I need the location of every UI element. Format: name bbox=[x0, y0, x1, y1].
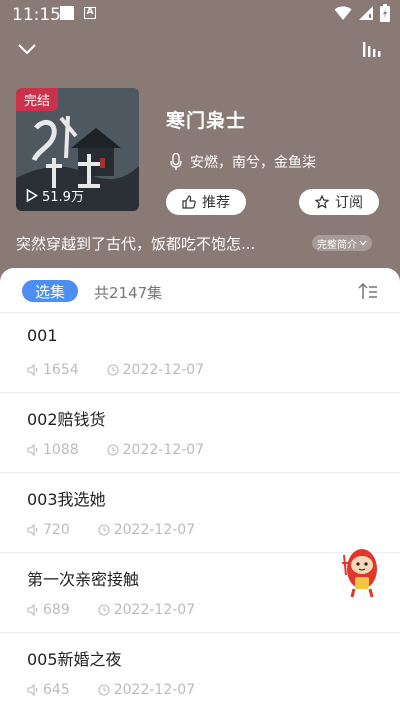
notification-icon bbox=[60, 6, 74, 20]
album-cover[interactable]: 完结 51.9万 bbox=[16, 88, 139, 211]
episode-meta: 1088 2022-12-07 bbox=[27, 442, 204, 458]
episode-plays: 720 bbox=[43, 522, 70, 538]
episode-meta: 645 2022-12-07 bbox=[27, 682, 195, 698]
speaker-icon bbox=[27, 444, 38, 456]
equalizer-button[interactable] bbox=[362, 40, 382, 58]
recommend-button[interactable]: 推荐 bbox=[166, 189, 246, 215]
episode-title: 第一次亲密接触 bbox=[27, 570, 140, 589]
sort-icon bbox=[358, 282, 377, 299]
play-icon bbox=[26, 189, 38, 202]
signal-icon bbox=[359, 6, 373, 20]
episode-date: 2022-12-07 bbox=[113, 522, 196, 538]
microphone-icon bbox=[170, 153, 182, 170]
cover-play-count-value: 51.9万 bbox=[42, 190, 84, 205]
episode-plays: 645 bbox=[43, 682, 70, 698]
sort-button[interactable] bbox=[358, 282, 378, 300]
chevron-down-small-icon bbox=[359, 240, 367, 246]
clock-icon bbox=[98, 604, 110, 616]
clock-icon bbox=[107, 364, 119, 376]
subscribe-button[interactable]: 订阅 bbox=[299, 189, 379, 215]
episode-row[interactable]: 001 1654 2022-12-07 bbox=[0, 313, 400, 393]
episode-meta: 689 2022-12-07 bbox=[27, 602, 195, 618]
red-packet-mascot[interactable] bbox=[340, 545, 382, 601]
episode-tabs-row: 选集 共2147集 bbox=[0, 268, 400, 313]
tab-select-episodes[interactable]: 选集 bbox=[22, 280, 78, 302]
episode-date: 2022-12-07 bbox=[113, 602, 196, 618]
album-description: 突然穿越到了古代，饭都吃不饱怎... bbox=[16, 235, 256, 253]
episode-row[interactable]: 005新婚之夜 645 2022-12-07 bbox=[0, 633, 400, 711]
episode-date: 2022-12-07 bbox=[122, 442, 205, 458]
status-time: 11:15 bbox=[12, 5, 61, 25]
episode-row[interactable]: 003我选她 720 2022-12-07 bbox=[0, 473, 400, 553]
episode-count: 共2147集 bbox=[94, 284, 163, 302]
episode-title: 001 bbox=[27, 326, 58, 345]
chevron-down-icon bbox=[18, 44, 36, 55]
album-title: 寒门枭士 bbox=[166, 110, 247, 132]
clock-icon bbox=[107, 444, 119, 456]
a-notification-icon: A bbox=[84, 7, 96, 19]
wifi-icon bbox=[334, 6, 352, 20]
speaker-icon bbox=[27, 684, 38, 696]
cover-play-count: 51.9万 bbox=[26, 186, 84, 205]
episode-title: 005新婚之夜 bbox=[27, 650, 122, 669]
episode-meta: 1654 2022-12-07 bbox=[27, 362, 204, 378]
episode-title: 002赔钱货 bbox=[27, 410, 106, 429]
speaker-icon bbox=[27, 364, 38, 376]
speaker-icon bbox=[27, 524, 38, 536]
episode-plays: 689 bbox=[43, 602, 70, 618]
status-icons bbox=[334, 4, 390, 22]
episode-meta: 720 2022-12-07 bbox=[27, 522, 195, 538]
mascot-icon bbox=[342, 549, 377, 598]
full-intro-button[interactable]: 完整简介 bbox=[312, 235, 372, 251]
full-intro-label: 完整简介 bbox=[317, 239, 357, 251]
collapse-button[interactable] bbox=[16, 40, 38, 58]
thumbs-up-icon bbox=[182, 195, 196, 209]
episode-sheet: 选集 共2147集 001 1654 2022-12-07 002赔钱货 108… bbox=[0, 268, 400, 711]
completed-badge: 完结 bbox=[16, 88, 59, 111]
episode-row[interactable]: 002赔钱货 1088 2022-12-07 bbox=[0, 393, 400, 473]
episode-title: 003我选她 bbox=[27, 490, 106, 509]
clock-icon bbox=[98, 684, 110, 696]
clock-icon bbox=[98, 524, 110, 536]
album-artists: 安燃，南兮，金鱼柒 bbox=[170, 152, 316, 172]
episode-date: 2022-12-07 bbox=[113, 682, 196, 698]
episode-date: 2022-12-07 bbox=[122, 362, 205, 378]
battery-icon bbox=[380, 4, 390, 22]
equalizer-icon bbox=[363, 42, 381, 57]
status-bar: 11:15 A bbox=[0, 0, 400, 28]
episode-plays: 1088 bbox=[43, 442, 79, 458]
album-artists-text: 安燃，南兮，金鱼柒 bbox=[190, 155, 316, 171]
episode-plays: 1654 bbox=[43, 362, 79, 378]
speaker-icon bbox=[27, 604, 38, 616]
episode-list: 001 1654 2022-12-07 002赔钱货 1088 2022-12-… bbox=[0, 313, 400, 711]
star-icon bbox=[315, 195, 329, 209]
subscribe-label: 订阅 bbox=[335, 195, 363, 211]
recommend-label: 推荐 bbox=[202, 195, 230, 211]
